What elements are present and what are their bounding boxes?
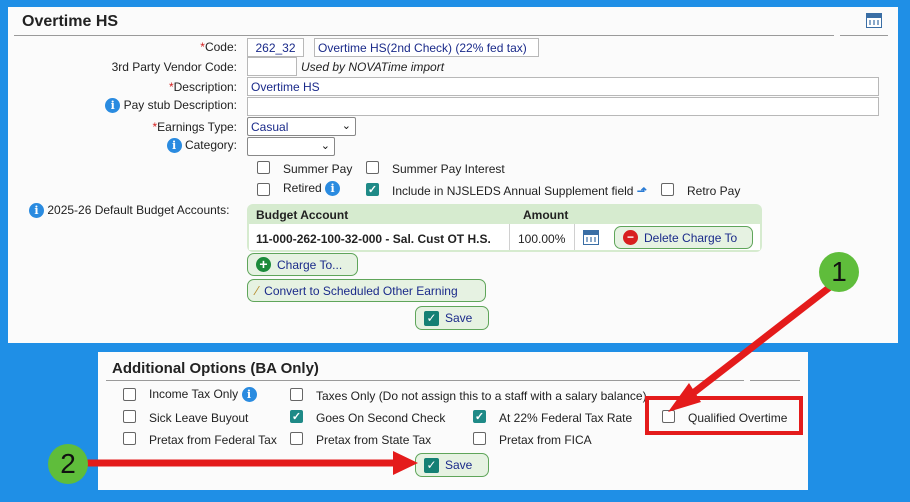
taxes-only-checkbox[interactable]: [290, 388, 303, 401]
page-title: Overtime HS: [22, 13, 119, 30]
table-divider: [509, 224, 510, 250]
chevron-down-icon: ⌄: [341, 120, 351, 132]
description-input[interactable]: Overtime HS: [247, 77, 879, 96]
pretax-state-label: Pretax from State Tax: [316, 433, 432, 447]
magic-wand-icon: ⁄: [256, 283, 259, 298]
sick-leave-buyout-label: Sick Leave Buyout: [149, 411, 249, 425]
budget-accounts-label: i 2025-26 Default Budget Accounts:: [29, 203, 229, 219]
at-22-federal-checkbox[interactable]: ✓: [473, 410, 486, 423]
pretax-federal-label: Pretax from Federal Tax: [149, 433, 277, 447]
additional-options-title: Additional Options (BA Only): [112, 360, 319, 377]
calendar-icon[interactable]: [866, 13, 882, 28]
category-label: i Category:: [166, 138, 237, 154]
retro-pay-label: Retro Pay: [687, 184, 741, 198]
info-icon[interactable]: i: [325, 181, 341, 197]
pretax-state-checkbox[interactable]: [290, 432, 303, 445]
vendor-code-label: 3rd Party Vendor Code:: [111, 60, 237, 74]
info-icon[interactable]: i: [29, 203, 44, 219]
code-description-field[interactable]: Overtime HS(2nd Check) (22% fed tax): [314, 38, 539, 57]
delete-charge-to-button[interactable]: − Delete Charge To: [614, 226, 753, 249]
budget-account-cell: 11-000-262-100-32-000 - Sal. Cust OT H.S…: [256, 232, 491, 246]
earnings-type-label: *Earnings Type:: [152, 120, 238, 134]
retired-label: Retired i: [283, 181, 341, 197]
section-divider: [106, 380, 744, 381]
convert-scheduled-button[interactable]: ⁄ Convert to Scheduled Other Earning: [247, 279, 486, 302]
income-tax-only-label: Income Tax Only i: [149, 387, 257, 403]
title-divider: [14, 35, 834, 36]
budget-col-amount: Amount: [523, 208, 569, 222]
plus-icon: +: [256, 257, 271, 272]
pretax-fica-checkbox[interactable]: [473, 432, 486, 445]
info-icon[interactable]: i: [105, 98, 121, 114]
vendor-code-input[interactable]: [247, 57, 297, 76]
njsleds-checkbox[interactable]: ✓: [366, 183, 379, 196]
chevron-down-icon: ⌄: [320, 140, 330, 152]
vendor-code-note: Used by NOVATime import: [301, 60, 445, 74]
income-tax-only-checkbox[interactable]: [123, 388, 136, 401]
at-22-federal-label: At 22% Federal Tax Rate: [499, 411, 633, 425]
calendar-icon[interactable]: [583, 230, 599, 245]
sick-leave-buyout-checkbox[interactable]: [123, 410, 136, 423]
retired-checkbox[interactable]: [257, 183, 270, 196]
save-button[interactable]: ✓ Save: [415, 306, 489, 330]
section-divider-right: [750, 380, 800, 381]
summer-pay-checkbox[interactable]: [257, 161, 270, 174]
charge-to-button[interactable]: + Charge To...: [247, 253, 358, 276]
goes-on-second-check-label: Goes On Second Check: [316, 411, 446, 425]
budget-amount-cell: 100.00%: [518, 232, 566, 246]
paystub-label: i Pay stub Description:: [105, 98, 237, 114]
goes-on-second-check-checkbox[interactable]: ✓: [290, 410, 303, 423]
step-badge-1: 1: [819, 252, 859, 292]
summer-pay-interest-checkbox[interactable]: [366, 161, 379, 174]
retro-pay-checkbox[interactable]: [661, 183, 674, 196]
info-icon[interactable]: i: [166, 138, 182, 154]
category-select[interactable]: ⌄: [247, 137, 335, 156]
delete-icon: −: [623, 230, 638, 245]
paystub-description-input[interactable]: [247, 97, 879, 116]
table-divider: [574, 224, 575, 250]
budget-col-account: Budget Account: [256, 208, 349, 222]
pretax-federal-checkbox[interactable]: [123, 432, 136, 445]
summer-pay-label: Summer Pay: [283, 162, 353, 176]
info-icon[interactable]: i: [241, 387, 257, 403]
person-icon: ⬏: [636, 184, 647, 198]
checkmark-icon: ✓: [424, 310, 439, 326]
summer-pay-interest-label: Summer Pay Interest: [392, 162, 505, 176]
code-label: *Code:: [200, 40, 237, 54]
earnings-type-select[interactable]: Casual ⌄: [247, 117, 356, 136]
qualified-overtime-checkbox[interactable]: [662, 410, 675, 423]
qualified-overtime-label: Qualified Overtime: [688, 411, 788, 425]
code-field[interactable]: 262_32: [247, 38, 304, 57]
additional-save-button[interactable]: ✓ Save: [415, 453, 489, 477]
pretax-fica-label: Pretax from FICA: [499, 433, 592, 447]
step-badge-2: 2: [48, 444, 88, 484]
taxes-only-label: Taxes Only (Do not assign this to a staf…: [316, 389, 647, 403]
title-divider-right: [840, 35, 888, 36]
checkmark-icon: ✓: [424, 457, 439, 473]
description-label: *Description:: [168, 80, 237, 94]
njsleds-label: Include in NJSLEDS Annual Supplement fie…: [392, 184, 647, 198]
